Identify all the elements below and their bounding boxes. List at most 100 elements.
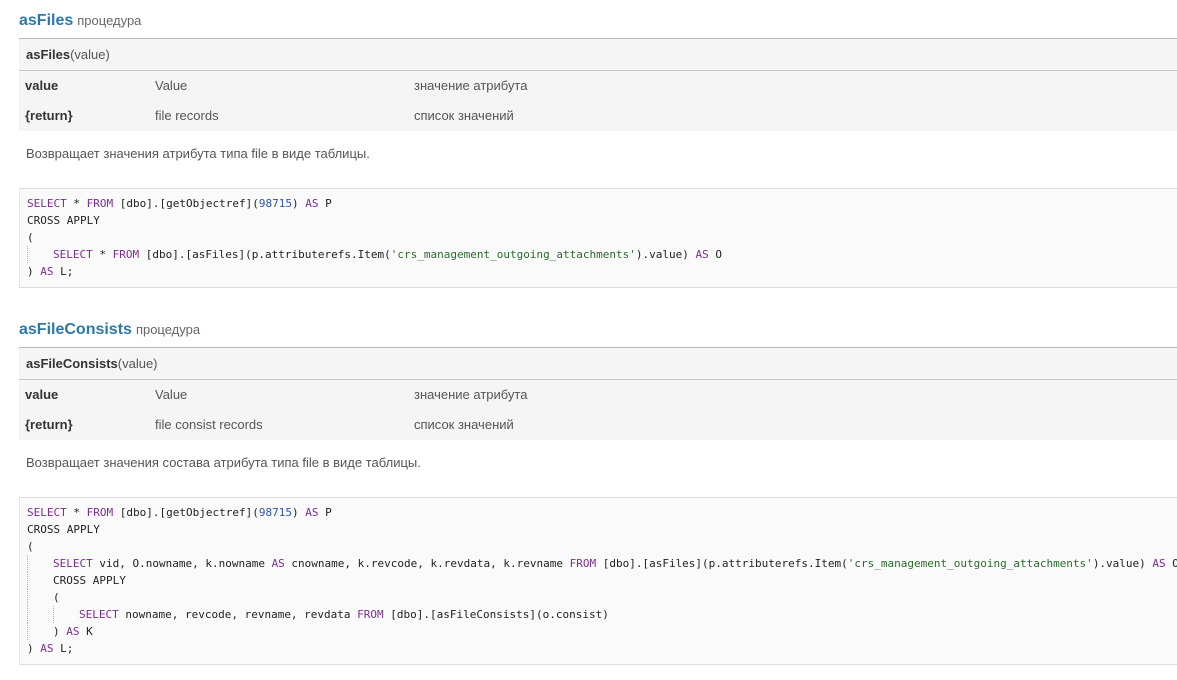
code-token: * [66, 197, 87, 210]
code-token: 'crs_management_outgoing_attachments' [390, 248, 636, 261]
code-token: FROM [86, 506, 114, 519]
param-name: {return} [25, 417, 73, 432]
code-token: P [318, 506, 332, 519]
code-token: 'crs_management_outgoing_attachments' [847, 557, 1093, 570]
code-token: O [1166, 557, 1177, 570]
param-description: значение атрибута [414, 387, 528, 402]
code-token: 98715 [258, 197, 292, 210]
code-line: CROSS APPLY [27, 521, 1177, 538]
code-token: * [66, 506, 87, 519]
code-token: L; [53, 265, 74, 278]
param-row-return: {return} file records список значений [19, 101, 1177, 131]
code-block: SELECT * FROM [dbo].[getObjectref](98715… [19, 497, 1177, 665]
code-token: AS [271, 557, 285, 570]
code-token: AS [695, 248, 709, 261]
code-line: SELECT * FROM [dbo].[getObjectref](98715… [27, 504, 1177, 521]
procedure-kind: процедура [135, 322, 201, 337]
code-token: cnowname, k.revcode, k.revdata, k.revnam… [284, 557, 570, 570]
code-token: L; [53, 642, 74, 655]
code-token: O [708, 248, 722, 261]
signature-args: (value) [117, 356, 158, 371]
code-line: CROSS APPLY [27, 212, 1177, 229]
code-token: ) [53, 625, 67, 638]
param-description: значение атрибута [414, 78, 528, 93]
param-type: file records [155, 108, 219, 123]
param-row-value: value Value значение атрибута [19, 380, 1177, 410]
code-token: vid, O.nowname, k.nowname [92, 557, 272, 570]
indent-guide [27, 589, 53, 606]
code-token: ) [291, 506, 306, 519]
signature-table: asFiles(value) value Value значение атри… [19, 38, 1177, 131]
indent-guide [27, 572, 53, 589]
code-token: CROSS APPLY [27, 214, 100, 227]
code-token: ( [27, 231, 34, 244]
code-token: SELECT [53, 557, 93, 570]
procedure-heading: asFiles процедура [19, 8, 1177, 38]
param-row-return: {return} file consist records список зна… [19, 410, 1177, 440]
code-block: SELECT * FROM [dbo].[getObjectref](98715… [19, 188, 1177, 288]
code-line: ( [27, 538, 1177, 555]
code-token: [dbo].[asFiles](p.attributerefs.Item( [596, 557, 848, 570]
code-token: AS [1152, 557, 1166, 570]
code-line: SELECT * FROM [dbo].[asFiles](p.attribut… [27, 246, 1177, 263]
code-line: SELECT nowname, revcode, revname, revdat… [27, 606, 1177, 623]
indent-guide [53, 606, 79, 623]
signature-name: asFileConsists [26, 356, 118, 371]
code-token: AS [40, 642, 54, 655]
code-token: [dbo].[getObjectref]( [113, 197, 259, 210]
code-line: ) AS L; [27, 263, 1177, 280]
code-line: CROSS APPLY [27, 572, 1177, 589]
param-description: список значений [414, 417, 514, 432]
code-token: FROM [357, 608, 384, 621]
code-line: SELECT * FROM [dbo].[getObjectref](98715… [27, 195, 1177, 212]
code-token: 98715 [258, 506, 292, 519]
code-token: ) [291, 197, 306, 210]
code-token: ( [27, 540, 34, 553]
code-line: ) AS L; [27, 640, 1177, 657]
code-token: FROM [86, 197, 114, 210]
procedure-heading: asFileConsists процедура [19, 317, 1177, 347]
code-token: AS [305, 197, 319, 210]
procedure-description: Возвращает значения состава атрибута тип… [26, 455, 421, 470]
procedure-name[interactable]: asFiles [19, 12, 73, 29]
code-token: SELECT [27, 197, 67, 210]
code-token: ( [53, 591, 60, 604]
code-line: ) AS K [27, 623, 1177, 640]
param-description: список значений [414, 108, 514, 123]
code-token: K [79, 625, 93, 638]
code-line: ( [27, 229, 1177, 246]
signature-row: asFileConsists(value) [19, 348, 1177, 380]
code-token: SELECT [79, 608, 119, 621]
code-token: SELECT [53, 248, 93, 261]
signature-table: asFileConsists(value) value Value значен… [19, 347, 1177, 440]
signature-name: asFiles [26, 47, 71, 62]
code-token: SELECT [27, 506, 67, 519]
param-name: value [25, 78, 59, 93]
code-token: [dbo].[asFileConsists](o.consist) [383, 608, 609, 621]
code-token: FROM [569, 557, 597, 570]
param-name: {return} [25, 108, 73, 123]
code-line: ( [27, 589, 1177, 606]
code-token: ).value) [1092, 557, 1153, 570]
code-token: [dbo].[getObjectref]( [113, 506, 259, 519]
procedure-description: Возвращает значения атрибута типа file в… [26, 146, 370, 161]
indent-guide [27, 246, 53, 263]
param-type: Value [155, 387, 188, 402]
param-type: Value [155, 78, 188, 93]
param-row-value: value Value значение атрибута [19, 71, 1177, 101]
procedure-name[interactable]: asFileConsists [19, 321, 132, 338]
code-line: SELECT vid, O.nowname, k.nowname AS cnow… [27, 555, 1177, 572]
indent-guide [27, 555, 53, 572]
procedure-asfileconsists: asFileConsists процедура asFileConsists(v… [19, 317, 1177, 665]
param-type: file consist records [155, 417, 263, 432]
code-token: CROSS APPLY [27, 523, 100, 536]
procedure-kind: процедура [77, 13, 142, 28]
procedure-asfiles: asFiles процедура asFiles(value) value Va… [19, 8, 1177, 288]
code-token: [dbo].[asFiles](p.attributerefs.Item( [139, 248, 391, 261]
signature-row: asFiles(value) [19, 39, 1177, 71]
code-token: nowname, revcode, revname, revdata [118, 608, 358, 621]
code-token: AS [40, 265, 54, 278]
param-name: value [25, 387, 59, 402]
code-token: AS [66, 625, 80, 638]
code-token: P [318, 197, 332, 210]
